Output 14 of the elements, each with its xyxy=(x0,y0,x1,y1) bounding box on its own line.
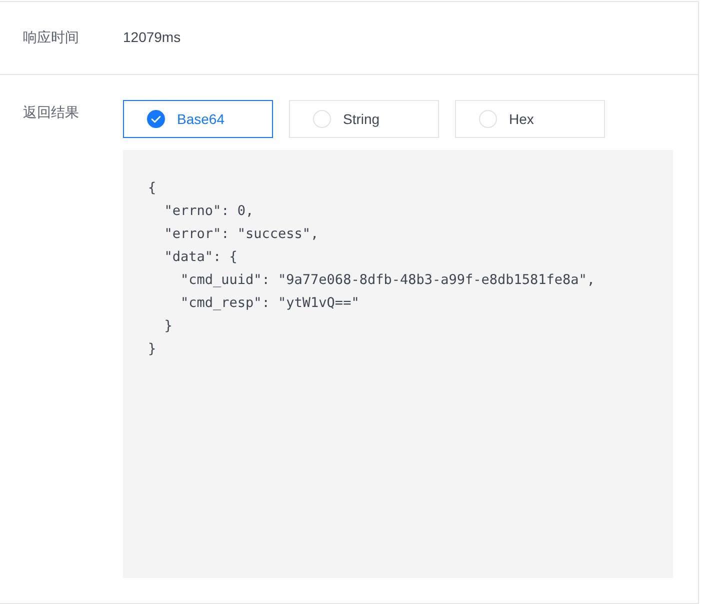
code-line: "cmd_resp": "ytW1vQ==" xyxy=(180,294,360,313)
code-line: "error": "success", xyxy=(163,225,319,244)
response-time-value: 12079ms xyxy=(123,29,181,45)
code-line: } xyxy=(163,317,172,336)
code-line: "cmd_uuid": "9a77e068-8dfb-48b3-a99f-e8db1581fe8a", xyxy=(180,271,596,290)
code-line: "data": { xyxy=(163,248,238,267)
format-radio-option[interactable]: Base64 xyxy=(123,100,273,138)
format-radio-option[interactable]: Hex xyxy=(455,100,605,138)
field-label: 返回结果 xyxy=(23,104,79,120)
code-line: "errno": 0, xyxy=(163,202,254,221)
field-label: 响应时间 xyxy=(23,29,79,45)
code-line: } xyxy=(148,340,156,359)
code-line: { xyxy=(148,179,156,198)
format-radio-option[interactable]: String xyxy=(289,100,439,138)
